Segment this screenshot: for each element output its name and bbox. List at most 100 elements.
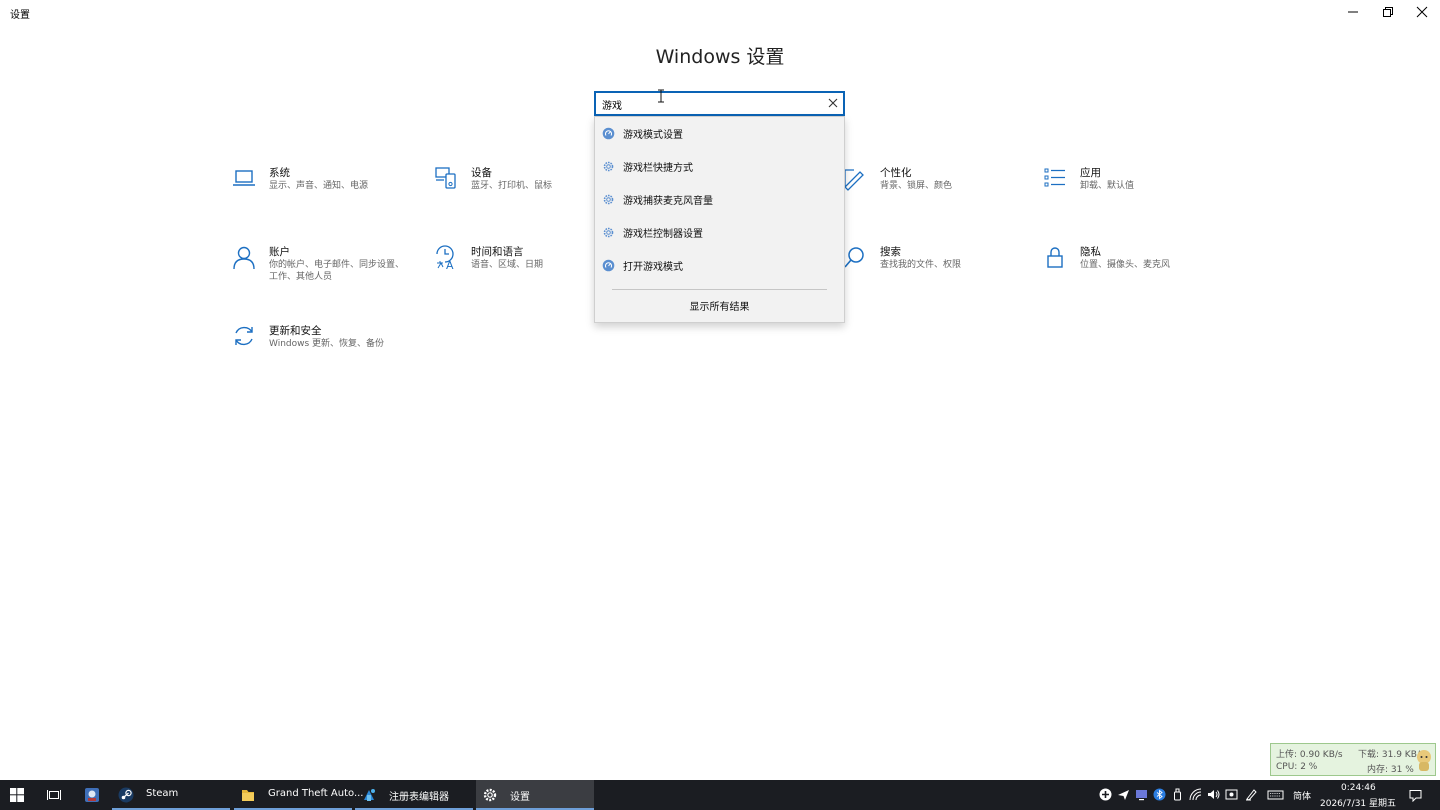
minimize-button[interactable]: [1336, 0, 1370, 24]
tile-6[interactable]: 搜索查找我的文件、权限: [842, 244, 1027, 294]
game-mode-icon: [602, 259, 615, 271]
app-badge-icon: [85, 788, 99, 802]
show-all-results-button[interactable]: 显示所有结果: [595, 297, 844, 319]
taskbar-app-2[interactable]: 注册表编辑器: [355, 780, 473, 810]
tile-title: 应用: [1080, 167, 1101, 179]
add-circle-icon[interactable]: [1099, 788, 1112, 801]
memory-usage: 内存: 31 %: [1367, 765, 1414, 775]
steam-icon: [118, 787, 134, 803]
pen-icon[interactable]: [1245, 788, 1258, 801]
suggestion-item[interactable]: 打开游戏模式: [595, 251, 844, 279]
tile-description: 显示、声音、通知、电源: [269, 181, 369, 191]
clock-time[interactable]: 0:24:46: [1341, 783, 1376, 793]
suggestion-item[interactable]: 游戏捕获麦克风音量: [595, 185, 844, 213]
pinned-app-button[interactable]: [76, 780, 108, 810]
personalization-icon: [844, 169, 864, 191]
time-language-icon: A: [436, 245, 454, 270]
volume-icon[interactable]: [1207, 788, 1220, 801]
page-title: Windows 设置: [655, 46, 785, 68]
taskbar-app-0[interactable]: Steam: [112, 780, 230, 810]
clear-search-icon[interactable]: [827, 97, 839, 109]
tile-7[interactable]: 隐私位置、摄像头、麦克风: [1042, 244, 1227, 294]
taskbar-app-label: 注册表编辑器: [389, 792, 449, 803]
taskbar-app-1[interactable]: Grand Theft Auto...: [234, 780, 363, 810]
suggestion-label: 游戏捕获麦克风音量: [623, 195, 713, 207]
task-view-button[interactable]: [38, 780, 70, 810]
tile-3[interactable]: 应用 卸载、默认值: [1042, 165, 1227, 215]
tile-title: 搜索: [880, 246, 901, 258]
tile-1[interactable]: 设备蓝牙、打印机、鼠标: [433, 165, 618, 215]
tile-title: 更新和安全: [269, 325, 322, 337]
person-icon: [233, 246, 255, 270]
search-suggestions: 游戏模式设置 游戏栏快捷方式游戏捕获麦克风音量 游戏栏控制器设置 打开游戏模式 显示所…: [594, 116, 845, 323]
taskbar-app-3[interactable]: 设置: [476, 780, 594, 810]
wifi-icon[interactable]: [1189, 788, 1202, 801]
laptop-icon: [233, 170, 255, 186]
search-box[interactable]: [594, 91, 845, 116]
close-button[interactable]: [1405, 0, 1439, 24]
gear-icon: [603, 161, 614, 171]
restore-button[interactable]: [1371, 0, 1405, 24]
suggestion-label: 游戏栏控制器设置: [623, 228, 703, 240]
game-mode-icon: [602, 127, 615, 139]
search-input[interactable]: [602, 95, 817, 113]
start-button[interactable]: [0, 780, 34, 810]
folder-icon: [242, 790, 254, 801]
update-icon: [235, 326, 253, 346]
windows-logo-icon: [10, 788, 24, 802]
plane-icon[interactable]: [1117, 788, 1130, 801]
tile-title: 设备: [471, 167, 492, 179]
tile-5[interactable]: A 时间和语言 语音、区域、日期: [433, 244, 618, 294]
window-title: 设置: [10, 10, 30, 21]
tile-title: 隐私: [1080, 246, 1101, 258]
suggestion-label: 游戏模式设置: [623, 129, 683, 141]
tile-title: 账户: [269, 246, 290, 258]
tile-8[interactable]: 更新和安全 Windows 更新、恢复、备份: [231, 323, 416, 373]
suggestion-item[interactable]: 游戏模式设置: [595, 119, 844, 147]
display-icon[interactable]: [1135, 788, 1148, 801]
close-icon: [1416, 6, 1428, 18]
suggestion-item[interactable]: 游戏栏控制器设置: [595, 218, 844, 246]
upload-speed: 上传: 0.90 KB/s: [1276, 750, 1343, 760]
taskbar: Steam Grand Theft Auto... 注册表编辑器 设置 简体 0:24…: [0, 780, 1440, 810]
title-bar: 设置: [0, 0, 1440, 26]
apps-icon: [1044, 168, 1065, 187]
clock-date[interactable]: 2026/7/31 星期五: [1320, 796, 1396, 809]
taskbar-app-label: Steam: [146, 788, 179, 799]
gear-icon: [603, 194, 614, 204]
tile-description: 你的帐户、电子邮件、同步设置、工作、其他人员: [269, 260, 405, 282]
task-view-icon: [47, 790, 61, 800]
taskbar-app-label: 设置: [510, 792, 530, 803]
suggestion-label: 游戏栏快捷方式: [623, 162, 693, 174]
devices-icon: [435, 167, 456, 189]
lock-icon: [1047, 247, 1063, 268]
suggestion-label: 打开游戏模式: [623, 261, 683, 273]
tile-description: 蓝牙、打印机、鼠标: [471, 181, 553, 191]
text-cursor-icon: [658, 89, 664, 103]
gear-icon: [483, 788, 497, 802]
cpu-usage: CPU: 2 %: [1276, 762, 1318, 772]
tile-description: 卸载、默认值: [1080, 181, 1135, 191]
ime-indicator[interactable]: 简体: [1293, 789, 1311, 802]
tile-2[interactable]: 个性化背景、锁屏、颜色: [842, 165, 1027, 215]
suggestion-item[interactable]: 游戏栏快捷方式: [595, 152, 844, 180]
tile-description: 背景、锁屏、颜色: [880, 181, 953, 191]
restore-icon: [1383, 7, 1393, 17]
tile-title: 系统: [269, 167, 290, 179]
gear-icon: [603, 227, 614, 237]
network-monitor-widget[interactable]: 上传: 0.90 KB/s 下载: 31.9 KB/s CPU: 2 % 内存:…: [1270, 743, 1436, 776]
bluetooth-icon[interactable]: [1153, 788, 1166, 801]
notification-icon[interactable]: [1409, 789, 1422, 802]
tile-description: 位置、摄像头、麦克风: [1080, 260, 1171, 270]
keyboard-icon[interactable]: [1267, 788, 1284, 801]
tile-4[interactable]: 账户你的帐户、电子邮件、同步设置、工作、其他人员: [231, 244, 416, 294]
tile-title: 个性化: [880, 167, 912, 179]
mascot-icon: [1417, 750, 1431, 771]
tile-description: 查找我的文件、权限: [880, 260, 962, 270]
tile-title: 时间和语言: [471, 246, 524, 258]
search-icon: [844, 247, 864, 268]
usb-drive-icon[interactable]: [1171, 788, 1184, 801]
tile-description: Windows 更新、恢复、备份: [269, 339, 385, 349]
tile-0[interactable]: 系统显示、声音、通知、电源: [231, 165, 416, 215]
screenshot-icon[interactable]: [1225, 788, 1238, 801]
